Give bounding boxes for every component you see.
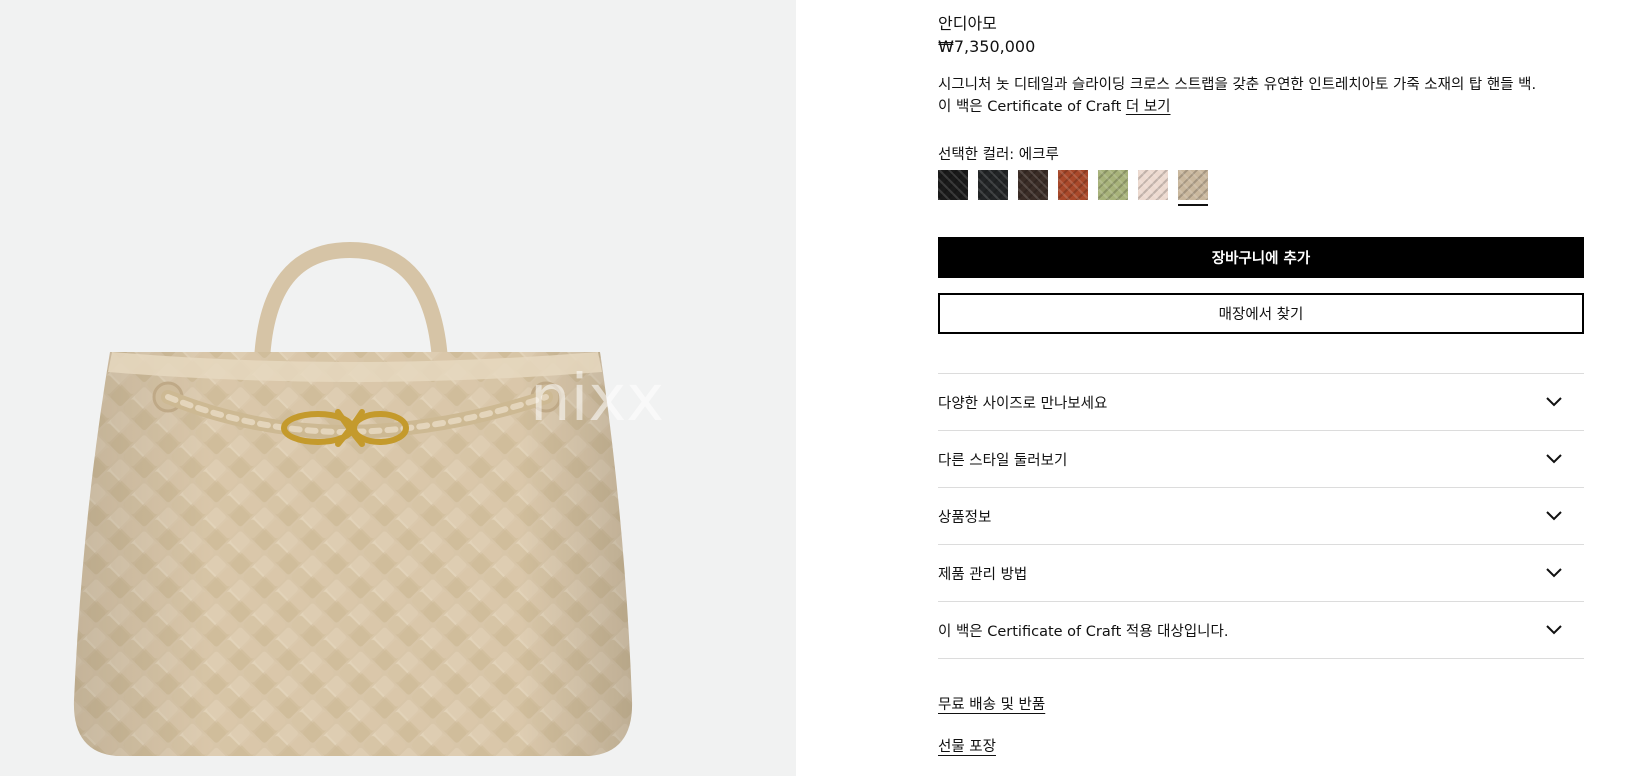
description-line-1: 시그니처 놋 디테일과 슬라이딩 크로스 스트랩을 갖춘 유연한 인트레치아토 … [938,77,1537,93]
color-swatch-ecru[interactable] [1178,170,1208,206]
description-line-2: 이 백은 Certificate of Craft 더 보기 [938,96,1536,118]
watermark: nixx [530,362,664,436]
description-line-2-text: 이 백은 Certificate of Craft [938,99,1126,115]
product-price: ₩7,350,000 [938,37,1036,56]
chevron-down-icon [1544,449,1564,469]
more-link[interactable]: 더 보기 [1126,99,1171,115]
color-swatch-rust[interactable] [1058,170,1088,200]
product-name: 안디아모 [938,14,997,33]
gift-wrap-link[interactable]: 선물 포장 [938,735,996,756]
product-accordion: 다양한 사이즈로 만나보세요 다른 스타일 둘러보기 상품정보 제품 관리 방법… [938,373,1584,659]
accordion-item-care[interactable]: 제품 관리 방법 [938,545,1584,602]
accordion-item-certificate[interactable]: 이 백은 Certificate of Craft 적용 대상입니다. [938,602,1584,659]
accordion-item-sizes[interactable]: 다양한 사이즈로 만나보세요 [938,374,1584,431]
find-in-store-button[interactable]: 매장에서 찾기 [938,293,1584,334]
accordion-label: 이 백은 Certificate of Craft 적용 대상입니다. [938,623,1229,640]
chevron-down-icon [1544,506,1564,526]
selected-color-label: 선택한 컬러: 에크루 [938,147,1059,163]
add-to-cart-button[interactable]: 장바구니에 추가 [938,237,1584,278]
chevron-down-icon [1544,563,1564,583]
chevron-down-icon [1544,392,1564,412]
color-swatch-black[interactable] [938,170,968,200]
chevron-down-icon [1544,620,1564,640]
accordion-label: 다양한 사이즈로 만나보세요 [938,395,1108,412]
accordion-label: 상품정보 [938,509,992,526]
product-image: nixx [73,241,664,756]
color-swatch-dark-brown[interactable] [1018,170,1048,200]
accordion-item-product-info[interactable]: 상품정보 [938,488,1584,545]
accordion-label: 다른 스타일 둘러보기 [938,452,1068,469]
accordion-label: 제품 관리 방법 [938,566,1028,583]
color-swatch-sage[interactable] [1098,170,1128,200]
color-swatches [938,170,1208,206]
accordion-item-other-styles[interactable]: 다른 스타일 둘러보기 [938,431,1584,488]
product-description: 시그니처 놋 디테일과 슬라이딩 크로스 스트랩을 갖춘 유연한 인트레치아토 … [938,74,1536,118]
shipping-returns-link[interactable]: 무료 배송 및 반품 [938,693,1045,714]
color-swatch-black-2[interactable] [978,170,1008,200]
product-image-panel[interactable]: nixx [0,0,796,776]
color-swatch-blush[interactable] [1138,170,1168,200]
